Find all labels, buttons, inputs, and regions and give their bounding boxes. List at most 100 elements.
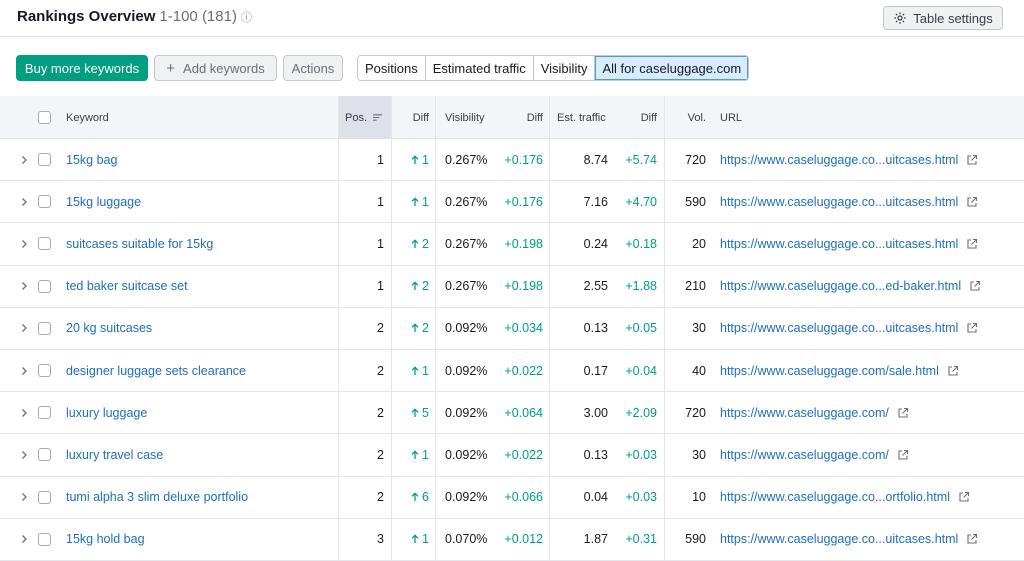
keyword-link[interactable]: 15kg bag <box>66 139 117 180</box>
page-header: Rankings Overview 1-100 (181) ⓘ Table sett… <box>0 0 1024 37</box>
external-link-icon[interactable] <box>966 238 978 250</box>
keyword-link[interactable]: tumi alpha 3 slim deluxe portfolio <box>66 477 248 518</box>
sort-desc-icon <box>373 114 383 121</box>
volume-value: 590 <box>685 194 706 209</box>
table-row[interactable]: 15kg luggage 1 1 0.267% +0.176 7.16 +4.7… <box>0 181 1024 224</box>
external-link-icon[interactable] <box>947 365 959 377</box>
table-row[interactable]: suitcases suitable for 15kg 1 2 0.267% +… <box>0 223 1024 266</box>
position-value: 2 <box>377 405 384 420</box>
url-link[interactable]: https://www.caseluggage.co...uitcases.ht… <box>720 181 978 222</box>
url-link[interactable]: https://www.caseluggage.co...ortfolio.ht… <box>720 477 970 518</box>
chevron-right-icon[interactable] <box>19 492 29 502</box>
position-diff: 2 <box>391 223 429 264</box>
table-settings-button[interactable]: Table settings <box>883 6 1003 30</box>
traffic-diff: +0.04 <box>625 363 657 378</box>
buy-more-keywords-button[interactable]: Buy more keywords <box>16 55 148 81</box>
info-icon[interactable]: ⓘ <box>241 12 252 24</box>
table-row[interactable]: luxury luggage 2 5 0.092% +0.064 3.00 +2… <box>0 392 1024 435</box>
column-divider <box>435 96 436 561</box>
external-link-icon[interactable] <box>897 449 909 461</box>
table-row[interactable]: 15kg bag 1 1 0.267% +0.176 8.74 +5.74 72… <box>0 139 1024 182</box>
table-row[interactable]: ted baker suitcase set 1 2 0.267% +0.198… <box>0 266 1024 308</box>
row-checkbox[interactable] <box>38 237 51 251</box>
row-checkbox[interactable] <box>38 153 51 167</box>
url-link[interactable]: https://www.caseluggage.com/ <box>720 434 909 475</box>
chevron-right-icon[interactable] <box>19 534 29 544</box>
url-link[interactable]: https://www.caseluggage.co...ed-baker.ht… <box>720 266 981 307</box>
chevron-right-icon[interactable] <box>19 197 29 207</box>
tab-visibility[interactable]: Visibility <box>533 56 596 80</box>
header-url[interactable]: URL <box>720 96 742 139</box>
external-link-icon[interactable] <box>966 154 978 166</box>
table-row[interactable]: 15kg hold bag 3 1 0.070% +0.012 1.87 +0.… <box>0 519 1024 561</box>
url-text: https://www.caseluggage.co...uitcases.ht… <box>720 532 959 547</box>
row-checkbox[interactable] <box>38 364 51 378</box>
external-link-icon[interactable] <box>966 196 978 208</box>
table-row[interactable]: designer luggage sets clearance 2 1 0.09… <box>0 350 1024 393</box>
table-row[interactable]: 20 kg suitcases 2 2 0.092% +0.034 0.13 +… <box>0 308 1024 350</box>
chevron-right-icon[interactable] <box>19 155 29 165</box>
url-link[interactable]: https://www.caseluggage.co...uitcases.ht… <box>720 308 978 349</box>
chevron-right-icon[interactable] <box>19 366 29 376</box>
position-value: 2 <box>377 447 384 462</box>
keyword-link[interactable]: designer luggage sets clearance <box>66 350 246 391</box>
keyword-link[interactable]: 15kg hold bag <box>66 519 145 560</box>
row-checkbox[interactable] <box>38 279 51 293</box>
external-link-icon[interactable] <box>966 533 978 545</box>
keyword-link[interactable]: luxury travel case <box>66 434 163 475</box>
keyword-link[interactable]: 20 kg suitcases <box>66 308 152 349</box>
header-keyword[interactable]: Keyword <box>66 96 109 139</box>
select-all-checkbox[interactable] <box>38 111 51 124</box>
actions-button[interactable]: Actions <box>283 55 343 81</box>
visibility-diff: +0.064 <box>504 405 543 420</box>
header-diff[interactable]: Diff <box>391 96 429 139</box>
header-vol[interactable]: Vol. <box>670 96 706 139</box>
header-traffic-diff[interactable]: Diff <box>620 96 657 139</box>
tab-estimated-traffic[interactable]: Estimated traffic <box>425 56 534 80</box>
external-link-icon[interactable] <box>966 322 978 334</box>
add-keywords-button[interactable]: + Add keywords <box>154 55 277 81</box>
chevron-right-icon[interactable] <box>19 450 29 460</box>
arrow-up-icon <box>411 450 419 459</box>
external-link-icon[interactable] <box>897 407 909 419</box>
url-link[interactable]: https://www.caseluggage.co...uitcases.ht… <box>720 223 978 264</box>
keyword-link[interactable]: ted baker suitcase set <box>66 266 188 307</box>
est-traffic-value: 0.17 <box>583 363 608 378</box>
row-checkbox[interactable] <box>38 321 51 335</box>
keyword-link[interactable]: luxury luggage <box>66 392 147 433</box>
row-checkbox[interactable] <box>38 195 51 209</box>
chevron-right-icon[interactable] <box>19 239 29 249</box>
external-link-icon[interactable] <box>969 280 981 292</box>
url-link[interactable]: https://www.caseluggage.com/ <box>720 392 909 433</box>
row-checkbox[interactable] <box>38 406 51 420</box>
url-link[interactable]: https://www.caseluggage.com/sale.html <box>720 350 959 391</box>
tab-positions[interactable]: Positions <box>358 56 426 80</box>
tab-all-for-domain[interactable]: All for caseluggage.com <box>595 56 749 80</box>
row-checkbox-cell <box>38 139 51 180</box>
row-checkbox[interactable] <box>38 448 51 462</box>
est-traffic-value: 7.16 <box>583 194 608 209</box>
url-link[interactable]: https://www.caseluggage.co...uitcases.ht… <box>720 139 978 180</box>
header-est-traffic[interactable]: Est. traffic <box>557 96 606 139</box>
row-checkbox-cell <box>38 434 51 475</box>
keyword-link[interactable]: 15kg luggage <box>66 181 141 222</box>
chevron-right-icon[interactable] <box>19 323 29 333</box>
table-row[interactable]: tumi alpha 3 slim deluxe portfolio 2 6 0… <box>0 477 1024 519</box>
volume-value: 30 <box>692 321 706 336</box>
position-diff: 2 <box>391 308 429 349</box>
position-value: 2 <box>377 490 384 505</box>
header-pos[interactable]: Pos. <box>338 96 391 139</box>
row-checkbox[interactable] <box>38 490 51 504</box>
volume-value: 40 <box>692 363 706 378</box>
chevron-right-icon[interactable] <box>19 408 29 418</box>
chevron-right-icon[interactable] <box>19 281 29 291</box>
table-row[interactable]: luxury travel case 2 1 0.092% +0.022 0.1… <box>0 434 1024 477</box>
external-link-icon[interactable] <box>958 491 970 503</box>
expand-row-cell <box>19 350 29 391</box>
header-visibility-diff[interactable]: Diff <box>505 96 543 139</box>
expand-row-cell <box>19 266 29 307</box>
url-link[interactable]: https://www.caseluggage.co...uitcases.ht… <box>720 519 978 560</box>
row-checkbox[interactable] <box>38 532 51 546</box>
keyword-link[interactable]: suitcases suitable for 15kg <box>66 223 213 264</box>
header-visibility[interactable]: Visibility <box>445 96 485 139</box>
